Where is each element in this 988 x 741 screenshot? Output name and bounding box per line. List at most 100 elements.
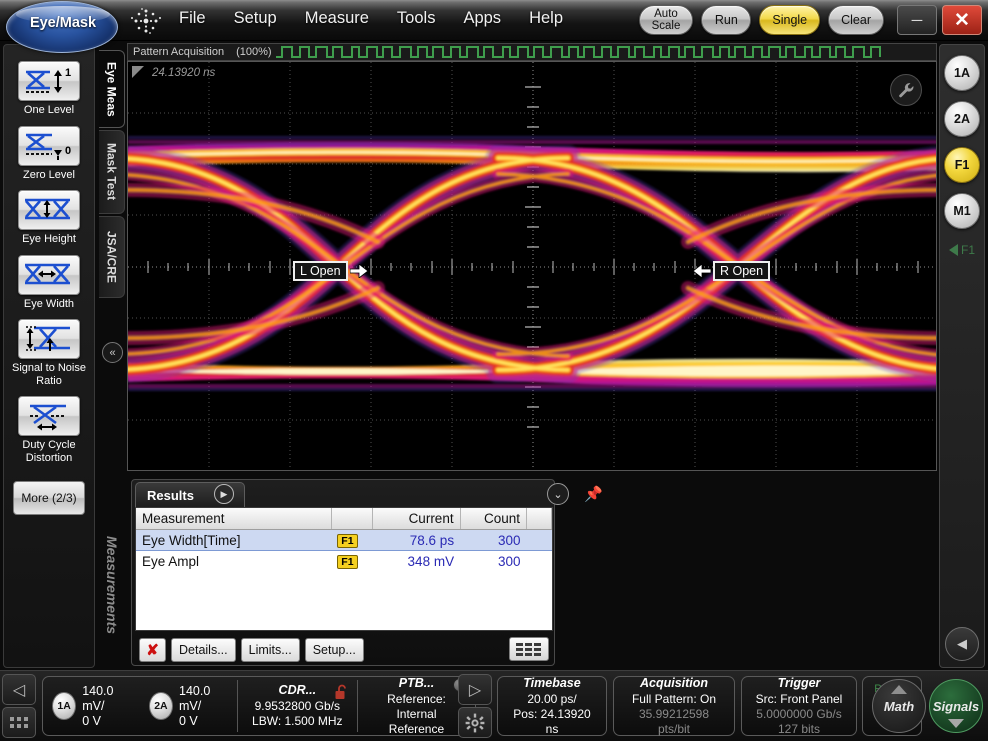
pattern-acquisition-progress [275,44,936,60]
sidebar-item-one-level[interactable]: 1 One Level [5,61,93,117]
column-current[interactable]: Current [372,508,461,530]
column-count[interactable]: Count [460,508,528,530]
channel-marker-f1: F1 [948,243,975,257]
eye-mask-logo[interactable]: Eye/Mask [6,1,118,53]
measurements-panel-label: Measurements [104,535,120,635]
trigger-title: Trigger [777,675,821,690]
tab-eye-meas[interactable]: Eye Meas [99,50,125,128]
ptb-title: PTB... [398,675,435,690]
math-knob-label: Math [883,698,915,714]
measurement-results-table[interactable]: Measurement Current Count Eye Width[Time… [135,507,553,631]
single-button[interactable]: Single [759,5,821,35]
timebase-scale: 20.00 ps/ [527,691,577,706]
setup-button[interactable]: Setup... [304,637,364,662]
channel-1a-scale: 140.0 mV/ [82,683,114,713]
chevron-double-left-icon[interactable]: « [102,342,123,363]
timebase-position: Pos: 24.13920 ns [513,706,591,736]
arrow-left-icon [693,264,711,278]
math-knob[interactable]: Math [872,679,926,733]
timebase-block[interactable]: Timebase 20.00 ps/ Pos: 24.13920 ns [497,676,607,736]
cdr-block[interactable]: CDR... 9.9532800 Gb/s LBW: 1.500 MHz [237,681,357,731]
details-button[interactable]: Details... [171,637,236,662]
unlocked-padlock-icon [335,684,349,703]
window-controls: ─ ✕ [897,5,982,35]
sidebar-item-eye-width[interactable]: Eye Width [5,254,93,311]
acquisition-title: Acquisition [639,675,709,690]
eye-diagram-display[interactable]: 24.13920 ns L Open R Open [127,61,937,471]
sidebar-item-eye-height[interactable]: Eye Height [5,190,93,246]
menu-item-measure[interactable]: Measure [301,8,373,29]
timebase-title: Timebase [523,675,581,690]
sidebar-item-eye-height-label: Eye Height [22,233,76,245]
channel-button-1a[interactable]: 1A [944,55,980,91]
sidebar-item-signal-to-noise-ratio[interactable]: Signal to Noise Ratio [5,319,93,387]
acquisition-block[interactable]: Acquisition Full Pattern: On 35.99212598… [613,676,735,736]
tab-mask-test[interactable]: Mask Test [99,130,125,214]
eye-mask-logo-label: Eye/Mask [29,15,97,31]
tab-jsa-cre[interactable]: JSA/CRE [99,216,125,298]
cell-count-value: 300 [460,529,527,551]
marker-r-open-label: R Open [713,261,771,281]
gear-icon[interactable] [458,707,492,738]
column-source[interactable] [331,508,374,530]
triangle-left-icon [948,244,958,256]
channel-2a-offset: 0 V [179,713,198,728]
results-tab-row: Results ▶ ⌄ 📌 [132,480,603,507]
auto-scale-button[interactable]: Auto Scale [638,5,694,35]
channel-button-m1[interactable]: M1 [944,193,980,229]
minimize-icon[interactable]: ─ [897,5,937,35]
eye-duty-cycle-icon [18,396,80,436]
channel-setting-2a[interactable]: 2A 140.0 mV/ 0 V [140,684,237,729]
wrench-icon[interactable] [890,74,922,106]
menu-item-setup[interactable]: Setup [230,8,281,29]
scope-timestamp: 24.13920 ns [152,67,216,79]
marker-l-open[interactable]: L Open [293,261,368,281]
table-row[interactable]: Eye Width[Time] F1 78.6 ps 300 [136,529,552,551]
channel-button-2a[interactable]: 2A [944,101,980,137]
channel-marker-f1-label: F1 [960,243,975,257]
chevron-double-down-icon[interactable]: ⌄ [547,483,569,505]
limits-button[interactable]: Limits... [240,637,300,662]
sidebar-item-zero-level[interactable]: 0 Zero Level [5,125,93,182]
signals-knob[interactable]: Signals [929,679,983,733]
channel-knob-2a[interactable]: 2A [148,692,173,720]
cdr-bandwidth: LBW: 1.500 MHz [252,714,343,728]
marker-l-open-label: L Open [293,261,348,281]
delete-x-icon[interactable]: ✘ [139,637,166,662]
eye-width-icon [18,254,80,295]
trigger-block[interactable]: Trigger Src: Front Panel 5.0000000 Gb/s … [741,676,857,736]
auto-scale-line1: Auto [654,8,678,20]
channel-button-f1[interactable]: F1 [944,147,980,183]
sidebar-item-zero-level-label: Zero Level [23,168,75,181]
eye-zero-level-icon: 0 [18,125,80,166]
clear-button[interactable]: Clear [828,5,884,35]
menu-item-tools[interactable]: Tools [393,8,440,29]
table-row[interactable]: Eye Ampl F1 348 mV 300 [136,551,552,572]
source-badge: F1 [337,555,358,569]
triangle-left-icon[interactable]: ◁ [2,674,36,705]
run-button[interactable]: Run [701,5,752,35]
menu-item-apps[interactable]: Apps [459,8,505,29]
marker-r-open[interactable]: R Open [693,261,771,281]
channel-knob-1a[interactable]: 1A [52,692,77,720]
table-view-icon[interactable] [509,637,549,661]
pattern-acquisition-percent: (100%) [236,46,272,58]
arrow-right-icon [349,264,368,278]
menu-item-help[interactable]: Help [525,8,567,29]
sidebar-item-duty-cycle-distortion[interactable]: Duty Cycle Distortion [5,396,93,464]
more-measurements-button[interactable]: More (2/3) [13,481,85,515]
acquisition-full-pattern: Full Pattern: On [631,691,717,706]
triangle-right-icon[interactable]: ▷ [458,674,492,705]
pushpin-icon[interactable]: 📌 [584,485,603,503]
channel-rail: 1A 2A F1 M1 F1 ◀ [939,44,985,668]
play-icon[interactable]: ▶ [214,484,234,504]
sidebar-item-one-level-label: One Level [23,104,75,116]
column-measurement[interactable]: Measurement [136,508,332,530]
channel-setting-1a[interactable]: 1A 140.0 mV/ 0 V [43,684,140,729]
menu-item-file[interactable]: File [175,8,210,29]
cell-measurement-name: Eye Ampl [142,553,200,569]
close-icon[interactable]: ✕ [942,5,982,35]
chevron-left-icon[interactable]: ◀ [945,627,979,661]
eye-measurement-sidebar: 1 One Level 0 Zero Level Eye Height Eye … [3,44,95,668]
keypad-icon[interactable] [2,707,36,738]
